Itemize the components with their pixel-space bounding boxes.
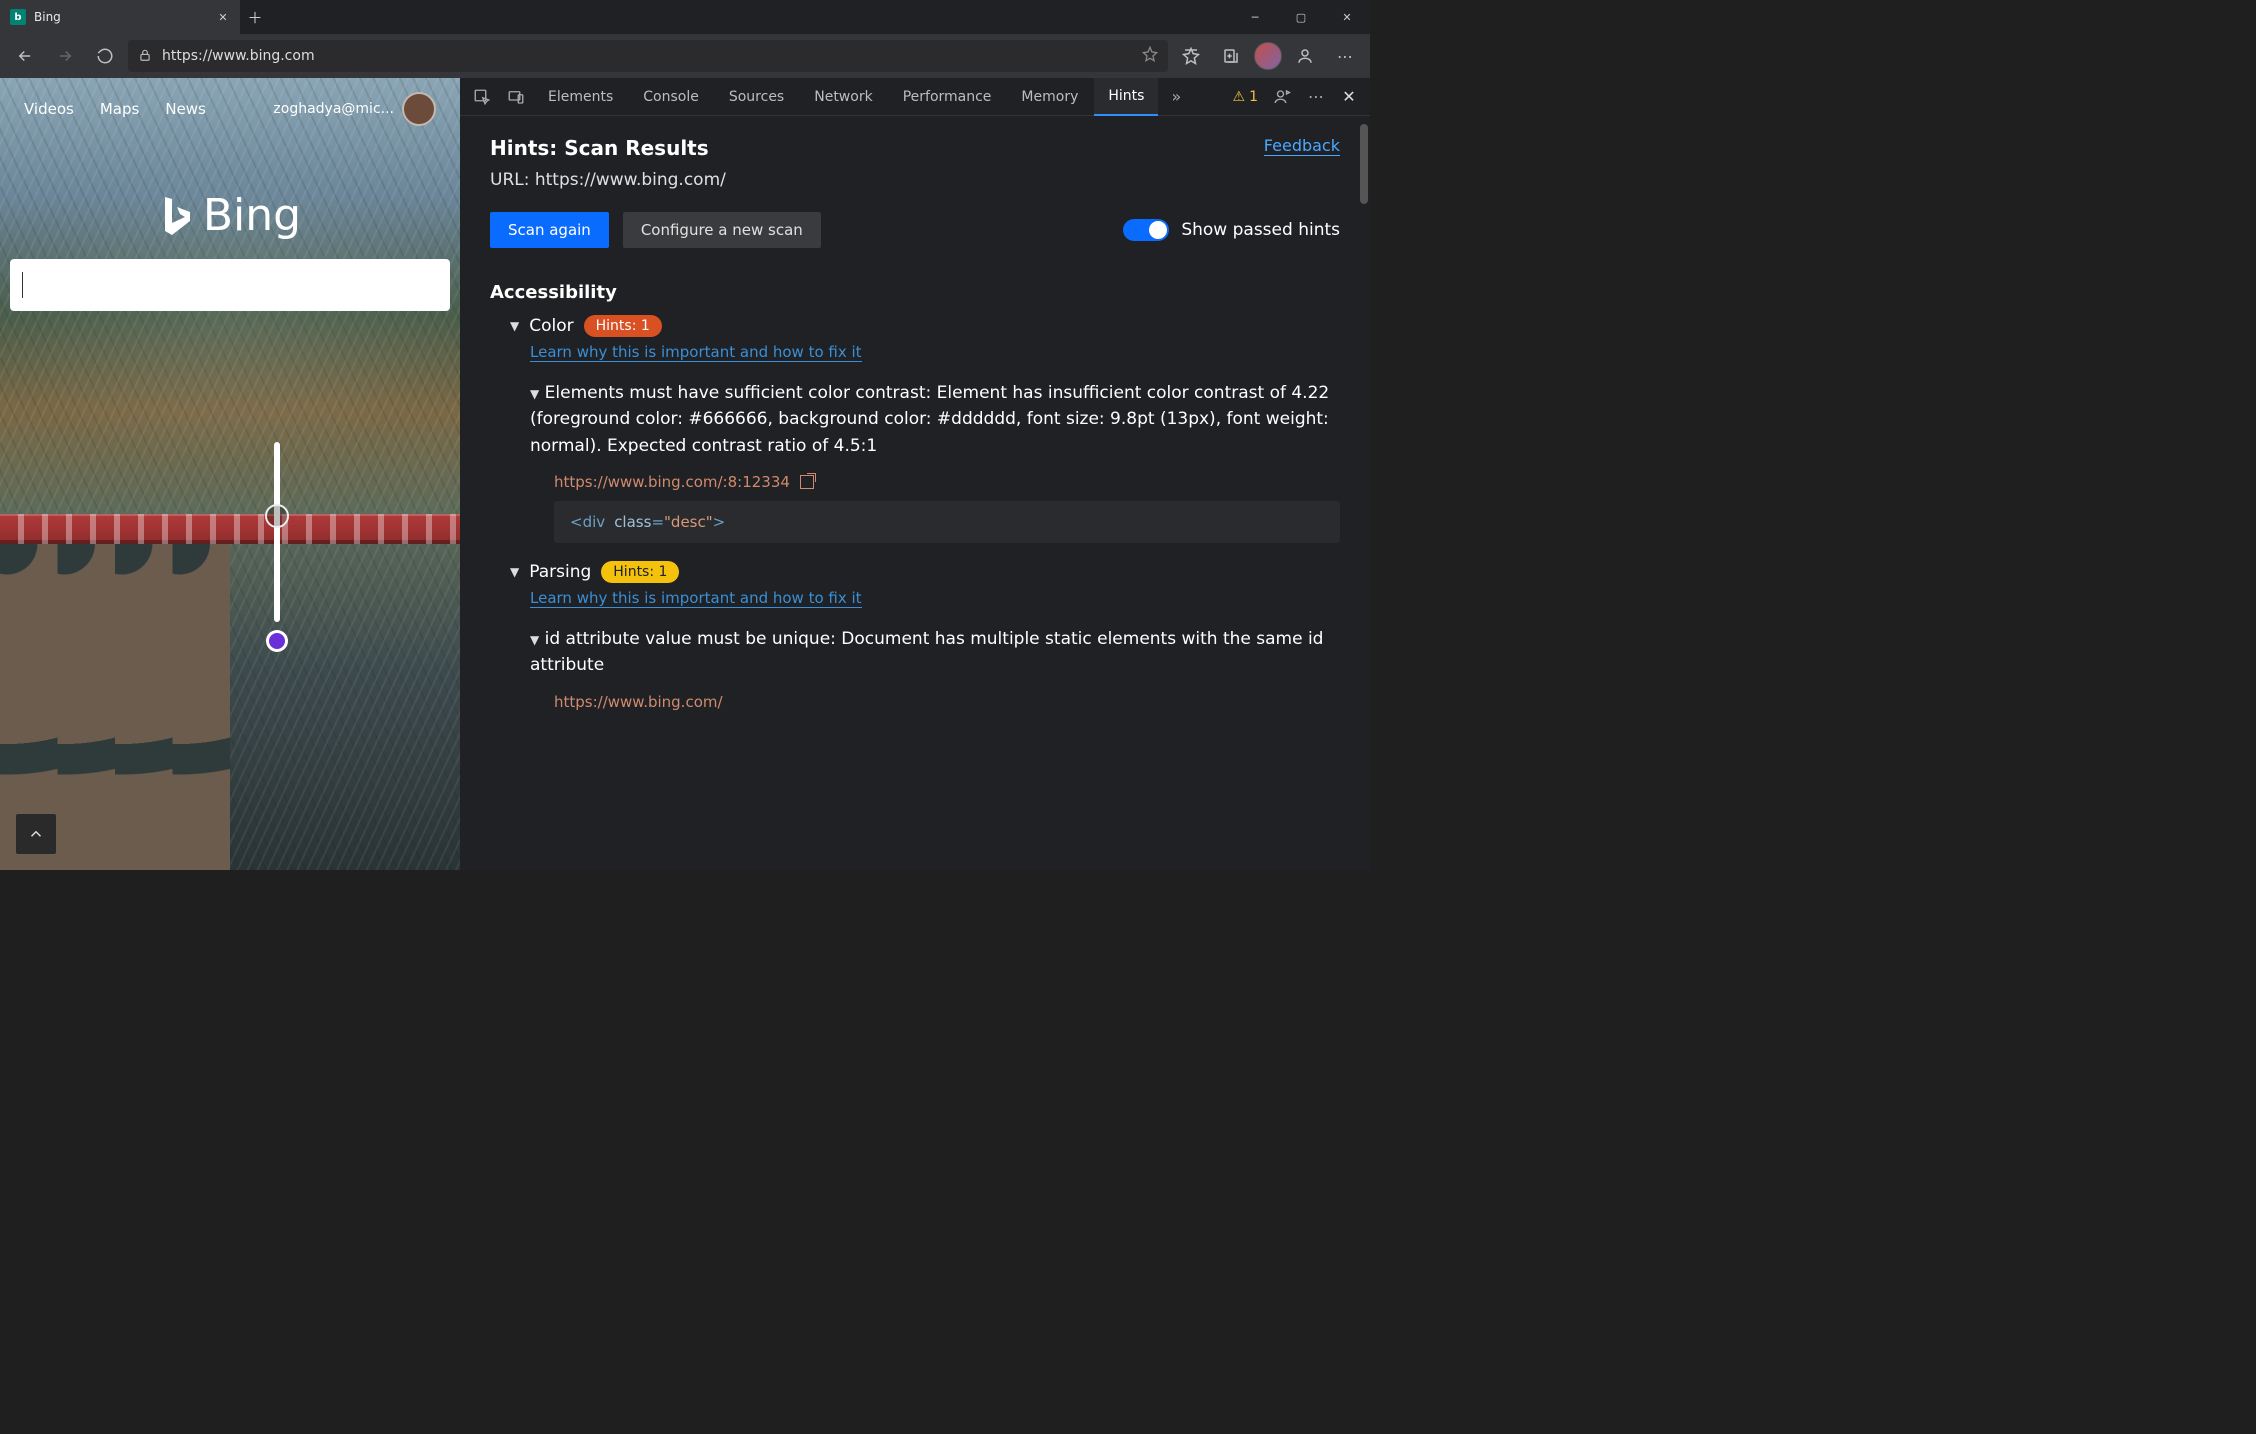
hints-title: Hints: Scan Results [490, 136, 726, 160]
chevron-down-icon: ▼ [530, 633, 539, 647]
avatar-icon [402, 92, 436, 126]
configure-scan-button[interactable]: Configure a new scan [623, 212, 821, 248]
chevron-down-icon: ▼ [530, 387, 539, 401]
tab-close-icon[interactable]: ✕ [216, 10, 230, 24]
issue-text[interactable]: ▼ id attribute value must be unique: Doc… [530, 626, 1340, 679]
browser-toolbar: https://www.bing.com ⋯ [0, 34, 1370, 78]
tab-console[interactable]: Console [629, 78, 713, 116]
external-link-icon [800, 475, 814, 489]
issue-text[interactable]: ▼ Elements must have sufficient color co… [530, 380, 1340, 459]
window-controls: ─ ▢ ✕ [1232, 0, 1370, 34]
issue-location[interactable]: https://www.bing.com/:8:12334 [554, 473, 1340, 491]
tab-network[interactable]: Network [800, 78, 886, 116]
page-user[interactable]: zoghadya@mic... [273, 92, 436, 126]
rule-parsing-header[interactable]: ▼ Parsing Hints: 1 [510, 561, 1340, 583]
bing-logo: Bing [159, 190, 301, 241]
show-passed-toggle[interactable] [1123, 219, 1169, 241]
more-tabs-icon[interactable]: » [1160, 81, 1192, 113]
warning-count: 1 [1249, 89, 1258, 105]
brand-text: Bing [203, 190, 301, 241]
browser-tab[interactable]: b Bing ✕ [0, 0, 240, 34]
scan-again-button[interactable]: Scan again [490, 212, 609, 248]
warning-icon: ⚠ [1233, 89, 1246, 105]
rule-parsing: ▼ Parsing Hints: 1 Learn why this is imp… [510, 561, 1340, 711]
scroll-up-button[interactable] [16, 814, 56, 854]
hints-body: Hints: Scan Results URL: https://www.bin… [460, 116, 1370, 870]
nav-videos[interactable]: Videos [24, 100, 74, 118]
code-snippet: <div class="desc"> [554, 501, 1340, 543]
tab-sources[interactable]: Sources [715, 78, 798, 116]
tab-memory[interactable]: Memory [1007, 78, 1092, 116]
scrollbar-thumb[interactable] [1360, 124, 1368, 204]
tab-hints[interactable]: Hints [1094, 78, 1158, 116]
warnings-badge[interactable]: ⚠ 1 [1227, 89, 1264, 105]
inspect-element-icon[interactable] [466, 81, 498, 113]
toggle-label: Show passed hints [1181, 220, 1340, 240]
text-caret [22, 272, 23, 298]
rule-name: Color [529, 316, 573, 336]
bing-mark-icon [159, 195, 193, 237]
search-input[interactable] [10, 259, 450, 311]
nav-news[interactable]: News [165, 100, 206, 118]
devtools-close-icon[interactable]: ✕ [1334, 87, 1364, 106]
page-viewport: Videos Maps News zoghadya@mic... Bing [0, 78, 460, 870]
rule-color-header[interactable]: ▼ Color Hints: 1 [510, 315, 1340, 337]
back-button[interactable] [8, 39, 42, 73]
feedback-link[interactable]: Feedback [1264, 136, 1340, 156]
favorite-star-icon[interactable] [1142, 46, 1158, 66]
page-nav: Videos Maps News zoghadya@mic... [0, 78, 460, 140]
hero-train [0, 514, 460, 544]
chevron-down-icon: ▼ [510, 565, 519, 579]
nav-maps[interactable]: Maps [100, 100, 139, 118]
feedback-icon[interactable] [1266, 81, 1298, 113]
chevron-down-icon: ▼ [510, 319, 519, 333]
tab-performance[interactable]: Performance [889, 78, 1006, 116]
lock-icon [138, 48, 152, 65]
devtools-panel: Elements Console Sources Network Perform… [460, 78, 1370, 870]
tab-elements[interactable]: Elements [534, 78, 627, 116]
rule-name: Parsing [529, 562, 591, 582]
hints-count-badge: Hints: 1 [584, 315, 662, 337]
thermometer-overlay [267, 442, 287, 652]
learn-link[interactable]: Learn why this is important and how to f… [530, 343, 862, 362]
address-bar[interactable]: https://www.bing.com [128, 40, 1168, 72]
titlebar: b Bing ✕ ＋ ─ ▢ ✕ [0, 0, 1370, 34]
favorites-button[interactable] [1174, 39, 1208, 73]
refresh-button[interactable] [88, 39, 122, 73]
forward-button[interactable] [48, 39, 82, 73]
learn-link[interactable]: Learn why this is important and how to f… [530, 589, 862, 608]
profile-avatar[interactable] [1254, 42, 1282, 70]
menu-button[interactable]: ⋯ [1328, 39, 1362, 73]
bing-favicon: b [10, 9, 26, 25]
device-toggle-icon[interactable] [500, 81, 532, 113]
collections-button[interactable] [1214, 39, 1248, 73]
window-close-button[interactable]: ✕ [1324, 0, 1370, 34]
tab-title: Bing [34, 10, 208, 24]
rule-color: ▼ Color Hints: 1 Learn why this is impor… [510, 315, 1340, 543]
account-button[interactable] [1288, 39, 1322, 73]
hints-url: URL: https://www.bing.com/ [490, 170, 726, 190]
maximize-button[interactable]: ▢ [1278, 0, 1324, 34]
settings-icon[interactable]: ⋯ [1300, 81, 1332, 113]
issue-location[interactable]: https://www.bing.com/ [554, 693, 1340, 711]
hints-count-badge: Hints: 1 [601, 561, 679, 583]
devtools-tabbar: Elements Console Sources Network Perform… [460, 78, 1370, 116]
address-url: https://www.bing.com [162, 48, 315, 64]
category-accessibility: Accessibility [490, 282, 1340, 303]
new-tab-button[interactable]: ＋ [240, 0, 270, 34]
user-email: zoghadya@mic... [273, 101, 394, 117]
minimize-button[interactable]: ─ [1232, 0, 1278, 34]
